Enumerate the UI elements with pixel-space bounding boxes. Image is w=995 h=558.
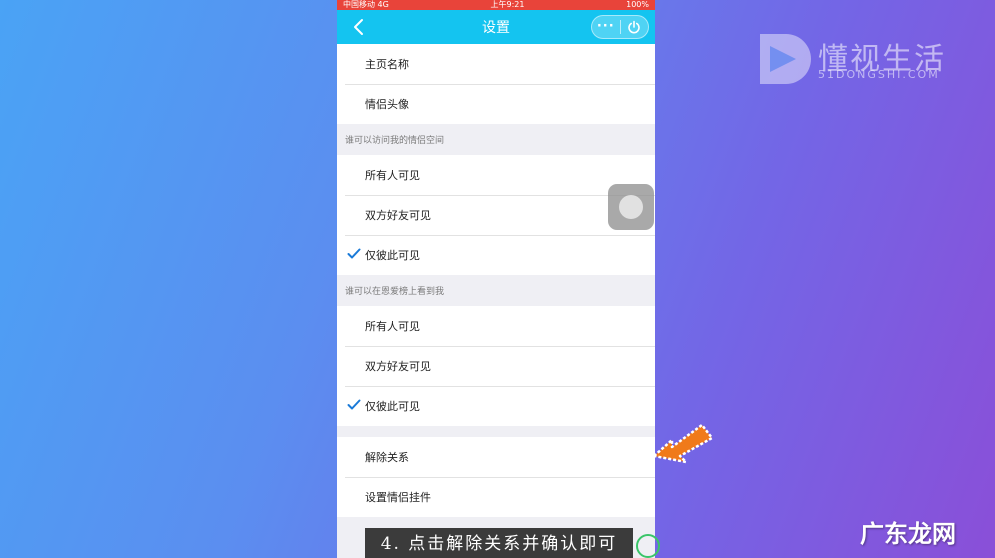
profile-group: 主页名称 情侣头像 xyxy=(337,44,655,124)
actions-group: 解除关系 设置情侣挂件 xyxy=(337,437,655,517)
row-label: 主页名称 xyxy=(365,58,409,71)
logo-subtitle: 51DONGSHI.COM xyxy=(818,68,940,81)
chevron-left-icon[interactable] xyxy=(349,17,369,37)
brand-logo: 懂视生活 51DONGSHI.COM xyxy=(756,30,956,88)
option-leaderboard-everyone[interactable]: 所有人可见 xyxy=(337,306,655,346)
option-leaderboard-mutual-friends[interactable]: 双方好友可见 xyxy=(337,346,655,386)
assistive-touch-button[interactable] xyxy=(608,184,654,230)
option-space-only-us[interactable]: 仅彼此可见 xyxy=(337,235,655,275)
option-label: 所有人可见 xyxy=(365,169,420,182)
checkmark-icon xyxy=(347,399,361,410)
option-label: 仅彼此可见 xyxy=(365,400,420,413)
play-logo-icon xyxy=(760,34,811,84)
carrier-text: 中国移动 4G xyxy=(343,0,389,9)
assistive-touch-dot xyxy=(619,195,643,219)
more-button[interactable]: ··· xyxy=(592,16,620,38)
page-title: 设置 xyxy=(482,20,510,36)
nav-bar: 设置 ··· xyxy=(337,10,655,44)
row-label: 设置情侣挂件 xyxy=(365,491,431,504)
pointer-arrow-icon xyxy=(652,423,714,464)
couple-widget-setting-button[interactable]: 设置情侣挂件 xyxy=(337,477,655,517)
dissolve-relationship-button[interactable]: 解除关系 xyxy=(337,437,655,477)
option-label: 仅彼此可见 xyxy=(365,249,420,262)
option-space-everyone[interactable]: 所有人可见 xyxy=(337,155,655,195)
instruction-caption: 4. 点击解除关系并确认即可 xyxy=(365,528,633,558)
row-couple-avatar[interactable]: 情侣头像 xyxy=(337,84,655,124)
power-icon xyxy=(628,20,641,34)
mini-program-capsule: ··· xyxy=(591,15,649,39)
checkmark-icon xyxy=(347,248,361,259)
section-header-leaderboard: 谁可以在恩爱榜上看到我 xyxy=(345,287,445,297)
phone-screen: 中国移动 4G 上午9:21 100% 设置 ··· 主页名称 情侣头像 谁可以… xyxy=(337,0,655,558)
close-button[interactable] xyxy=(621,20,649,34)
time-text: 上午9:21 xyxy=(490,0,525,9)
watermark-text: 广东龙网 xyxy=(860,520,956,548)
row-label: 解除关系 xyxy=(365,451,409,464)
option-label: 双方好友可见 xyxy=(365,209,431,222)
green-ring-icon xyxy=(636,534,660,558)
status-bar: 中国移动 4G 上午9:21 100% xyxy=(337,0,655,10)
option-leaderboard-only-us[interactable]: 仅彼此可见 xyxy=(337,386,655,426)
option-label: 双方好友可见 xyxy=(365,360,431,373)
section-header-space: 谁可以访问我的情侣空间 xyxy=(345,136,445,146)
row-home-name[interactable]: 主页名称 xyxy=(337,44,655,84)
option-label: 所有人可见 xyxy=(365,320,420,333)
battery-text: 100% xyxy=(626,0,649,9)
row-label: 情侣头像 xyxy=(365,98,409,111)
leaderboard-visibility-group: 所有人可见 双方好友可见 仅彼此可见 xyxy=(337,306,655,426)
